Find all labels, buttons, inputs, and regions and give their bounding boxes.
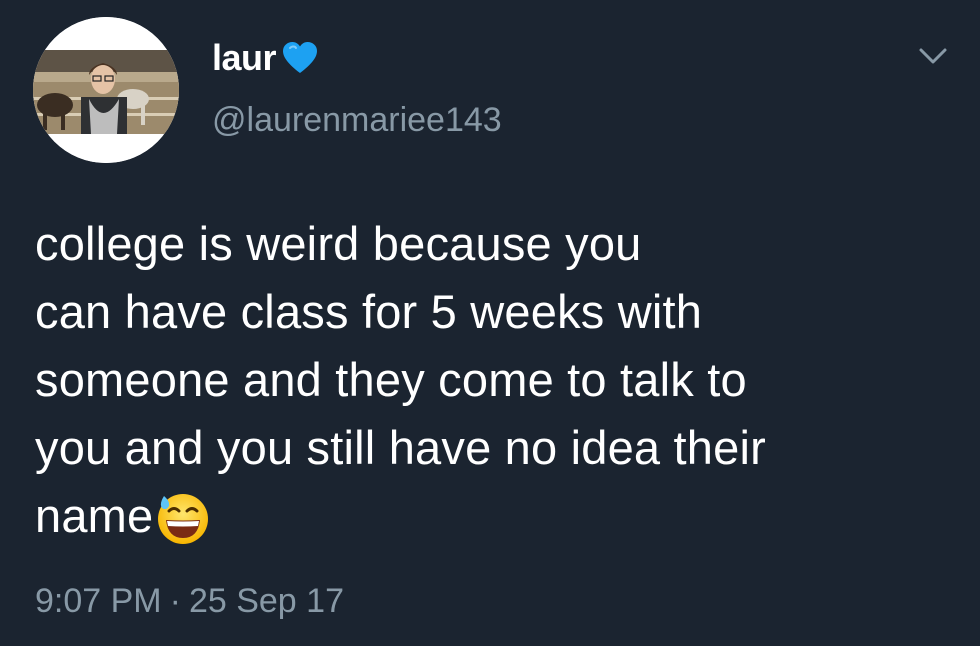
- display-name-text[interactable]: laur: [212, 40, 277, 76]
- avatar[interactable]: [33, 17, 179, 163]
- blue-heart-icon: [282, 41, 318, 75]
- tweet-date[interactable]: 25 Sep 17: [189, 582, 344, 620]
- tweet-text-line-last: name: [35, 482, 965, 550]
- chevron-down-icon[interactable]: [918, 46, 948, 66]
- display-name[interactable]: laur: [212, 40, 318, 76]
- user-handle[interactable]: @laurenmariee143: [212, 103, 502, 137]
- tweet-text-line: someone and they come to talk to: [35, 353, 747, 406]
- tweet-text: college is weird because you can have cl…: [35, 210, 965, 550]
- tweet-meta: 9:07 PM · 25 Sep 17: [35, 584, 344, 618]
- tweet-text-line: college is weird because you: [35, 217, 642, 270]
- meta-separator: ·: [169, 582, 181, 620]
- tweet-time[interactable]: 9:07 PM: [35, 582, 162, 620]
- tweet-text-line: you and you still have no idea their: [35, 421, 766, 474]
- tweet-text-line: can have class for 5 weeks with: [35, 285, 703, 338]
- grinning-sweat-icon: [155, 490, 211, 546]
- tweet-text-word: name: [35, 489, 154, 542]
